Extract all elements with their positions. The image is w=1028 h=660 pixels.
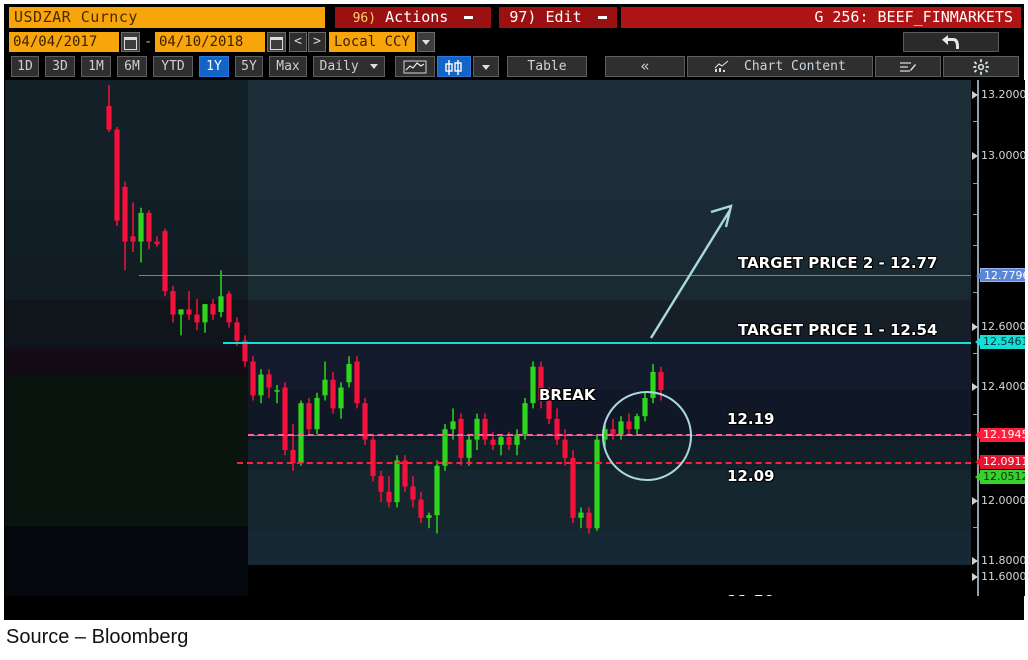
chevron-down-icon	[370, 64, 379, 69]
y-tick-label: 12.0000	[981, 494, 1025, 507]
next-period-button[interactable]: >	[308, 32, 326, 52]
settings-button[interactable]	[943, 56, 1019, 77]
chart-plot-area[interactable]: TARGET PRICE 2 - 12.77 TARGET PRICE 1 - …	[5, 80, 971, 596]
last-price-badge[interactable]: 12.0911	[975, 455, 1025, 469]
y-tick-label: 12.4000	[981, 380, 1025, 393]
target-1-badge-value: 12.5461	[983, 335, 1025, 348]
edit-menu-button[interactable]: 97) Edit	[499, 7, 617, 28]
calendar-to-icon[interactable]	[267, 32, 286, 52]
last-price-badge-value: 12.0911	[983, 455, 1025, 468]
target-price-1-line	[223, 342, 971, 344]
header-row-security: USDZAR Curncy 96) Actions 97) Edit G 256…	[5, 5, 1023, 29]
target-2-badge-value: 12.7796	[984, 269, 1025, 282]
security-field[interactable]: USDZAR Curncy	[9, 7, 325, 28]
chevron-down-icon	[464, 16, 474, 19]
y-tick-label: 13.0000	[981, 149, 1025, 162]
page-title: G 256: BEEF_FINMARKETS	[621, 7, 1021, 28]
collapse-panel-button[interactable]: «	[605, 56, 685, 77]
annotate-icon	[900, 62, 916, 72]
annotation-target-price-1: TARGET PRICE 1 - 12.54	[738, 321, 938, 339]
annotation-level-1150: 11.50	[727, 592, 774, 596]
chevron-down-icon	[597, 16, 607, 19]
source-caption: Source – Bloomberg	[6, 626, 189, 648]
period-select[interactable]: Daily	[313, 56, 385, 77]
bid-price-badge[interactable]: 12.0512	[975, 470, 1025, 484]
range-button-3d[interactable]: 3D	[45, 56, 75, 77]
candlestick-chart-button[interactable]	[437, 56, 471, 77]
chart-content-icon	[714, 60, 730, 73]
date-to-input[interactable]: 04/10/2018	[155, 32, 265, 52]
resistance-badge-value: 12.1945	[983, 428, 1025, 441]
date-from-input[interactable]: 04/04/2017	[9, 32, 119, 52]
y-tick-label: 13.2000	[981, 88, 1025, 101]
actions-number: 96)	[352, 11, 377, 26]
chart-type-dropdown[interactable]	[473, 56, 499, 77]
currency-select[interactable]: Local CCY	[329, 32, 415, 52]
range-button-ytd[interactable]: YTD	[153, 56, 193, 77]
price-chart[interactable]: TARGET PRICE 2 - 12.77 TARGET PRICE 1 - …	[5, 80, 1025, 596]
undo-arrow-icon	[942, 35, 959, 49]
line-chart-icon	[403, 60, 427, 74]
annotation-level-1209: 12.09	[727, 467, 775, 485]
chart-content-label: Chart Content	[744, 59, 846, 74]
actions-label: Actions	[385, 8, 449, 26]
target-2-badge[interactable]: 12.7796	[976, 268, 1025, 282]
range-button-1y[interactable]: 1Y	[199, 56, 229, 77]
prev-period-button[interactable]: <	[289, 32, 307, 52]
header-row-dates: 04/04/2017 - 04/10/2018 < > Local CCY	[5, 30, 1023, 54]
date-range-separator: -	[144, 34, 153, 50]
bloomberg-terminal-window: USDZAR Curncy 96) Actions 97) Edit G 256…	[4, 4, 1025, 620]
target-price-2-line	[139, 275, 971, 276]
gear-icon	[973, 59, 989, 75]
line-chart-button[interactable]	[395, 56, 435, 77]
candlestick-icon	[445, 60, 462, 75]
range-button-1d[interactable]: 1D	[11, 56, 39, 77]
range-button-5y[interactable]: 5Y	[235, 56, 263, 77]
target-1-badge[interactable]: 12.5461	[975, 335, 1025, 349]
annotation-break: BREAK	[539, 386, 596, 404]
range-button-6m[interactable]: 6M	[117, 56, 147, 77]
annotation-target-price-2: TARGET PRICE 2 - 12.77	[738, 254, 938, 272]
chart-toolbar: 1D 3D 1M 6M YTD 1Y 5Y Max Daily Table « …	[5, 55, 1023, 79]
bid-price-badge-value: 12.0512	[983, 470, 1025, 483]
breakout-1209-line	[237, 462, 971, 464]
resistance-badge[interactable]: 12.1945	[975, 428, 1025, 442]
break-highlight-circle	[602, 391, 692, 481]
actions-menu-button[interactable]: 96) Actions	[335, 7, 491, 28]
undo-button[interactable]	[903, 32, 999, 52]
calendar-from-icon[interactable]	[121, 32, 140, 52]
chart-content-button[interactable]: Chart Content	[687, 56, 873, 77]
annotation-level-1219: 12.19	[727, 410, 775, 428]
range-button-1m[interactable]: 1M	[81, 56, 111, 77]
chevron-down-icon[interactable]	[417, 32, 435, 52]
y-tick-label: 11.8000	[981, 554, 1025, 567]
period-label: Daily	[319, 59, 359, 74]
annotate-button[interactable]	[875, 56, 941, 77]
edit-label: Edit	[545, 8, 582, 26]
table-view-button[interactable]: Table	[507, 56, 587, 77]
screenshot-root: USDZAR Curncy 96) Actions 97) Edit G 256…	[0, 0, 1028, 660]
edit-number: 97)	[509, 8, 537, 26]
price-axis[interactable]: 13.2000 13.0000 12.6000 12.4000 12.0000 …	[971, 80, 1025, 596]
y-tick-label: 11.6000	[981, 570, 1025, 583]
range-button-max[interactable]: Max	[269, 56, 307, 77]
y-tick-label: 12.6000	[981, 320, 1025, 333]
